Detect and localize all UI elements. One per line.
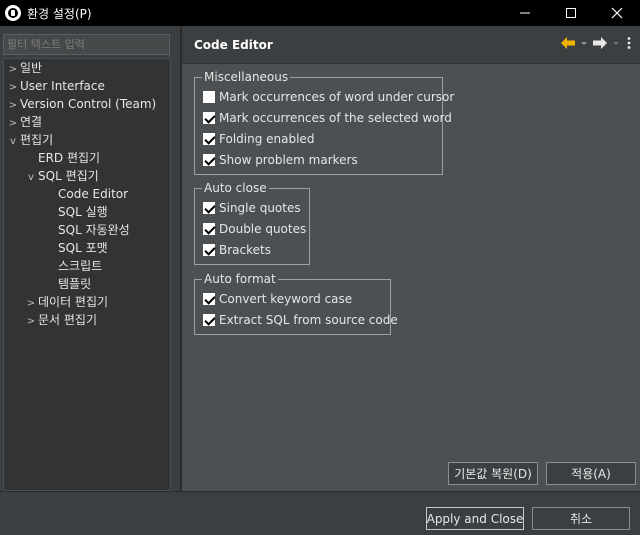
tree-item-label: 데이터 편집기: [38, 295, 109, 309]
option-label: Folding enabled: [219, 132, 315, 146]
back-dropdown-icon[interactable]: [580, 36, 588, 50]
tree-item-label: 일반: [20, 61, 43, 75]
chevron-right-icon[interactable]: >: [24, 313, 38, 331]
tree-item-label: 스크립트: [58, 259, 103, 273]
title-bar: 환경 설정(P): [0, 0, 640, 26]
option-single-quotes[interactable]: Single quotes: [203, 199, 301, 217]
close-button[interactable]: [594, 0, 640, 26]
tree-item-scripts[interactable]: 스크립트: [44, 257, 102, 275]
more-options-icon[interactable]: [624, 36, 634, 50]
option-folding-enabled[interactable]: Folding enabled: [203, 130, 314, 148]
checkbox[interactable]: [203, 133, 215, 145]
tree-item-sql-execute[interactable]: SQL 실행: [44, 203, 108, 221]
maximize-icon: [566, 8, 576, 18]
tree-item-label: User Interface: [20, 79, 105, 93]
apply-button[interactable]: 적용(A): [546, 462, 636, 485]
option-label: Extract SQL from source code: [219, 313, 398, 327]
option-mark-occurrences-selected[interactable]: Mark occurrences of the selected word: [203, 109, 452, 127]
preference-page: Code Editor Miscellaneous Mark occurrenc…: [182, 26, 640, 491]
tree-item-label: 문서 편집기: [38, 313, 98, 327]
page-header: Code Editor: [182, 26, 640, 64]
option-label: Convert keyword case: [219, 292, 353, 306]
tree-item-data-editor[interactable]: > 데이터 편집기: [24, 293, 108, 311]
option-label: Double quotes: [219, 222, 307, 236]
option-mark-occurrences-cursor[interactable]: Mark occurrences of word under cursor: [203, 88, 454, 106]
chevron-down-icon[interactable]: v: [6, 133, 20, 151]
tree-item-label: SQL 자동완성: [58, 223, 130, 237]
option-brackets[interactable]: Brackets: [203, 241, 271, 259]
option-label: Show problem markers: [219, 153, 358, 167]
checkbox[interactable]: [203, 223, 215, 235]
tree-item-label: SQL 실행: [58, 205, 108, 219]
tree-item-label: Code Editor: [58, 187, 129, 201]
preferences-tree: > 일반 > User Interface > Version Control (Te…: [3, 58, 171, 491]
checkbox[interactable]: [203, 91, 215, 103]
minimize-icon: [520, 12, 530, 14]
back-arrow-icon[interactable]: [560, 36, 576, 50]
restore-defaults-button[interactable]: 기본값 복원(D): [448, 462, 538, 485]
checkbox[interactable]: [203, 202, 215, 214]
forward-arrow-icon[interactable]: [592, 36, 608, 50]
chevron-down-icon[interactable]: v: [24, 169, 38, 187]
option-double-quotes[interactable]: Double quotes: [203, 220, 306, 238]
option-show-problem-markers[interactable]: Show problem markers: [203, 151, 358, 169]
maximize-button[interactable]: [548, 0, 594, 26]
group-legend: Auto format: [202, 271, 278, 287]
tree-item-label: 연결: [20, 115, 43, 129]
tree-item-erd-editor[interactable]: ERD 편집기: [24, 149, 100, 167]
checkbox[interactable]: [203, 112, 215, 124]
tree-item-editors[interactable]: v 편집기: [6, 131, 53, 149]
tree-item-sql-format[interactable]: SQL 포맷: [44, 239, 108, 257]
tree-item-general[interactable]: > 일반: [6, 59, 42, 77]
checkbox[interactable]: [203, 293, 215, 305]
window-controls: [502, 0, 640, 26]
tree-item-code-editor[interactable]: Code Editor: [44, 185, 128, 203]
checkbox[interactable]: [203, 314, 215, 326]
tree-item-label: ERD 편집기: [38, 151, 101, 165]
option-label: Brackets: [219, 243, 271, 257]
option-label: Mark occurrences of word under cursor: [219, 90, 455, 104]
tree-item-connections[interactable]: > 연결: [6, 113, 42, 131]
app-logo-icon: [5, 5, 21, 21]
option-label: Mark occurrences of the selected word: [219, 111, 452, 125]
tree-item-label: SQL 포맷: [58, 241, 108, 255]
dialog-footer: Apply and Close 취소: [0, 491, 640, 535]
minimize-button[interactable]: [502, 0, 548, 26]
window-title: 환경 설정(P): [27, 6, 92, 21]
cancel-button[interactable]: 취소: [532, 507, 630, 530]
option-label: Single quotes: [219, 201, 301, 215]
auto-format-group: Auto format Convert keyword case Extract…: [194, 271, 398, 335]
page-title: Code Editor: [194, 38, 273, 52]
apply-and-close-button[interactable]: Apply and Close: [426, 507, 524, 530]
preferences-navigation-pane: >일반 >User Interface >Version Control (Te…: [0, 26, 178, 491]
tree-item-label: SQL 편집기: [38, 169, 99, 183]
tree-item-user-interface[interactable]: > User Interface: [6, 77, 105, 95]
filter-input[interactable]: [3, 34, 170, 55]
checkbox[interactable]: [203, 154, 215, 166]
tree-item-version-control[interactable]: > Version Control (Team): [6, 95, 156, 113]
checkbox[interactable]: [203, 244, 215, 256]
tree-item-sql-editor[interactable]: v SQL 편집기: [24, 167, 99, 185]
auto-close-group: Auto close Single quotes Double quotes B…: [194, 180, 310, 265]
group-legend: Miscellaneous: [202, 69, 291, 85]
miscellaneous-group: Miscellaneous Mark occurrences of word u…: [194, 69, 454, 175]
tree-item-document-editor[interactable]: > 문서 편집기: [24, 311, 97, 329]
tree-item-templates[interactable]: 템플릿: [44, 275, 91, 293]
forward-dropdown-icon[interactable]: [612, 36, 620, 50]
tree-item-label: 템플릿: [58, 277, 92, 291]
tree-item-label: 편집기: [20, 133, 54, 147]
option-extract-sql[interactable]: Extract SQL from source code: [203, 311, 398, 329]
page-navigation: [560, 36, 634, 50]
tree-item-sql-completion[interactable]: SQL 자동완성: [44, 221, 130, 239]
group-legend: Auto close: [202, 180, 269, 196]
option-convert-keyword-case[interactable]: Convert keyword case: [203, 290, 352, 308]
tree-item-label: Version Control (Team): [20, 97, 157, 111]
close-icon: [611, 7, 623, 19]
